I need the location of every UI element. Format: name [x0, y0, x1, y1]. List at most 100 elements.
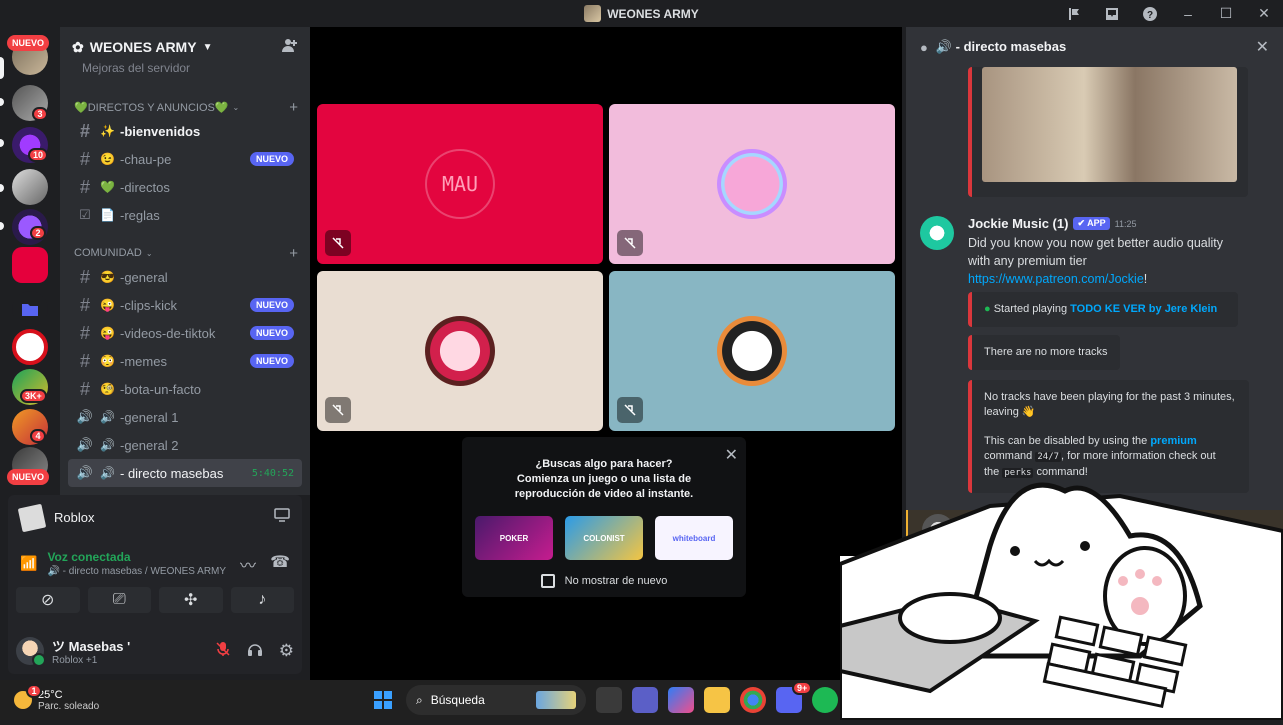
muted-icon [617, 397, 643, 423]
chevron-down-icon: ⌄ [232, 102, 240, 112]
game-label: whiteboard [672, 533, 716, 543]
camera-off-button[interactable]: ⊘ [16, 587, 80, 613]
participant-tile-4[interactable] [609, 271, 895, 431]
share-screen-button[interactable]: ⎚ [87, 587, 151, 613]
participant-tile-2[interactable] [609, 104, 895, 264]
minimize-button[interactable]: – [1169, 0, 1207, 27]
message-line-2: with any premium tier [968, 254, 1087, 268]
new-pill-bottom: NUEVO [7, 469, 50, 485]
voice-connection-panel: 📶 Voz conectada 🔊 - directo masebas / WE… [8, 540, 302, 628]
server-6[interactable] [12, 247, 48, 283]
track-link[interactable]: TODO KE VER by Jere Klein [1070, 303, 1217, 315]
channel-chau-pe[interactable]: # 😉 -chau-pe NUEVO [68, 145, 302, 173]
category-comunidad[interactable]: COMUNIDAD ⌄ + [60, 243, 310, 263]
inactive-line-2: leaving 👋 [984, 406, 1036, 418]
discord-icon[interactable]: 9+ [776, 681, 813, 713]
screen-share-icon[interactable] [274, 508, 290, 527]
jockie-avatar[interactable] [920, 216, 954, 250]
video-thumbnail[interactable] [982, 67, 1237, 182]
file-explorer-icon[interactable] [704, 687, 730, 713]
server-boost-link[interactable]: Mejoras del servidor [60, 61, 310, 77]
activities-button[interactable]: ✣ [159, 587, 223, 613]
voice-channel-general-2[interactable]: 🔊 🔊 -general 2 [68, 431, 302, 459]
add-channel-icon[interactable]: + [289, 99, 298, 116]
inbox-icon[interactable] [1093, 0, 1131, 27]
message-author-row: Jockie Music (1) ✔ APP 11:25 [968, 216, 1137, 231]
participant-tile-1[interactable]: MAU [317, 104, 603, 264]
channel-emoji: 🔊 [100, 410, 115, 424]
maximize-button[interactable]: ☐ [1207, 0, 1245, 27]
category-directos[interactable]: 💚DIRECTOS Y ANUNCIOS💚 ⌄ + [60, 97, 310, 117]
premium-link[interactable]: premium [1150, 435, 1196, 447]
activity-panel[interactable]: Roblox [8, 495, 302, 540]
channel-videos-de-tiktok[interactable]: # 😜 -videos-de-tiktok NUEVO [68, 319, 302, 347]
channel-emoji: 🧐 [100, 382, 115, 396]
channel-name: -general [120, 269, 168, 285]
message-author[interactable]: Jockie Music (1) [968, 216, 1068, 231]
channel-bota-un-facto[interactable]: # 🧐 -bota-un-facto [68, 375, 302, 403]
game-colonist-button[interactable]: COLONIST [565, 516, 643, 560]
voice-channel-directo-masebas[interactable]: 🔊 🔊 - directo masebas 5:40:52 [68, 459, 302, 487]
voice-channel-general-1[interactable]: 🔊 🔊 -general 1 [68, 403, 302, 431]
voice-status[interactable]: Voz conectada [47, 550, 226, 564]
participant-tile-3[interactable] [317, 271, 603, 431]
chat-header: ● 🔊 - directo masebas ✕ [906, 27, 1283, 67]
channel-memes[interactable]: # 😳 -memes NUEVO [68, 347, 302, 375]
server-7[interactable] [12, 329, 48, 365]
video-embed[interactable] [968, 67, 1248, 197]
invite-icon[interactable] [282, 37, 298, 57]
folder-icon[interactable] [12, 291, 48, 327]
server-3-badge: 10 [28, 148, 49, 162]
windows-start-icon[interactable] [370, 687, 396, 713]
weather-widget[interactable]: 25°C Parc. soleado [0, 689, 99, 712]
noise-suppression-icon[interactable]: 〰 [240, 552, 256, 576]
channel-reglas[interactable]: ☑ 📄 -reglas [68, 201, 302, 229]
spotify-icon[interactable] [812, 687, 838, 713]
headphones-icon[interactable] [247, 641, 263, 662]
settings-gear-icon[interactable]: ⚙ [279, 641, 294, 661]
disconnect-icon[interactable]: ☎ [270, 552, 290, 576]
text-channel-icon: # [79, 378, 90, 399]
channel-emoji: 😉 [100, 152, 115, 166]
channel-bienvenidos[interactable]: # ✨ -bienvenidos [68, 117, 302, 145]
search-highlight-image [536, 691, 576, 709]
participant-avatar-text: MAU [441, 172, 479, 196]
new-badge: NUEVO [249, 354, 294, 368]
voice-location[interactable]: 🔊 - directo masebas / WEONES ARMY [47, 566, 226, 577]
channel-directos[interactable]: # 💚 -directos [68, 173, 302, 201]
threads-icon[interactable] [1055, 0, 1093, 27]
channel-name: -bienvenidos [120, 123, 201, 139]
copilot-icon[interactable] [668, 687, 694, 713]
teams-icon[interactable] [632, 687, 658, 713]
close-window-button[interactable]: ✕ [1245, 0, 1283, 27]
taskbar-search[interactable]: ⌕ Búsqueda [406, 685, 586, 715]
channel-clips-kick[interactable]: # 😜 -clips-kick NUEVO [68, 291, 302, 319]
checkbox-box[interactable] [540, 574, 555, 588]
help-icon[interactable]: ? [1131, 0, 1169, 27]
username[interactable]: ツ Masebas ' [52, 636, 130, 655]
disable-prefix: This can be disabled by using the [984, 435, 1151, 447]
soundboard-button[interactable]: ♪ [230, 587, 294, 613]
signal-icon[interactable]: 📶 [20, 555, 37, 572]
new-badge: NUEVO [249, 152, 294, 166]
muted-icon [325, 397, 351, 423]
patreon-link[interactable]: https://www.patreon.com/Jockie [968, 272, 1144, 286]
popup-line-1: ¿Buscas algo para hacer? [535, 458, 673, 470]
channel-general[interactable]: # 😎 -general [68, 263, 302, 291]
close-icon[interactable]: ✕ [725, 445, 738, 465]
game-poker-button[interactable]: POKER [475, 516, 553, 560]
chrome-icon[interactable] [740, 687, 766, 713]
windows-taskbar: 25°C Parc. soleado 1 ⌕ Búsqueda 9+ [0, 680, 840, 720]
channel-name: -reglas [120, 207, 160, 223]
avatar[interactable] [16, 637, 46, 667]
started-prefix: Started playing [993, 303, 1071, 315]
channel-name: -memes [120, 353, 167, 369]
task-view-icon[interactable] [596, 687, 622, 713]
dont-show-again-checkbox[interactable]: No mostrar de nuevo [462, 574, 746, 588]
mute-icon[interactable] [215, 641, 231, 662]
game-whiteboard-button[interactable]: whiteboard [655, 516, 733, 560]
game-label: COLONIST [583, 533, 625, 543]
server-4[interactable] [12, 169, 48, 205]
add-channel-icon[interactable]: + [289, 245, 298, 262]
close-icon[interactable]: ✕ [1256, 37, 1269, 57]
